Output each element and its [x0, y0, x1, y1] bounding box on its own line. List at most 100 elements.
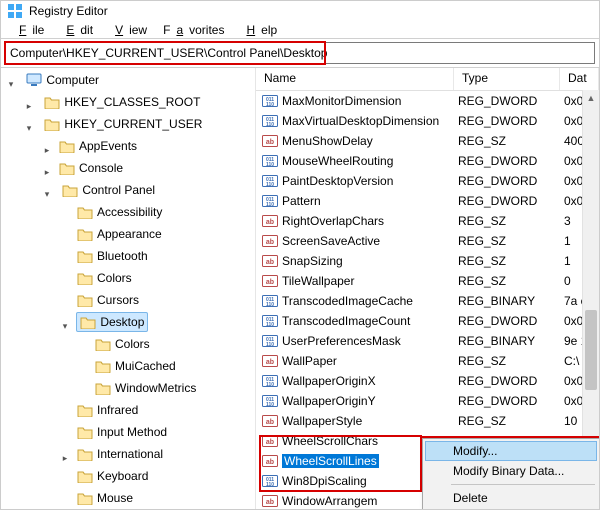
- value-row[interactable]: PatternREG_DWORD0x0: [256, 191, 599, 211]
- titlebar: Registry Editor: [1, 1, 599, 22]
- expand-collapse-icon[interactable]: ▾: [5, 78, 17, 90]
- value-row[interactable]: MaxMonitorDimensionREG_DWORD0x0: [256, 91, 599, 111]
- value-row[interactable]: PaintDesktopVersionREG_DWORD0x0: [256, 171, 599, 191]
- expand-collapse-icon[interactable]: ▸: [23, 100, 35, 112]
- tree-label: HKEY_CLASSES_ROOT: [64, 93, 200, 111]
- tree-label: Console: [79, 159, 123, 177]
- tree-node-hkcu[interactable]: HKEY_CURRENT_USER: [40, 114, 206, 134]
- column-header-data[interactable]: Dat: [560, 68, 599, 90]
- tree-node-colors[interactable]: Colors: [73, 268, 136, 288]
- column-header-type[interactable]: Type: [454, 68, 560, 90]
- tree-label: Bluetooth: [97, 247, 148, 265]
- context-menu: Modify... Modify Binary Data... Delete: [422, 438, 599, 509]
- computer-icon: [26, 73, 42, 87]
- reg-binary-icon: [262, 93, 278, 109]
- folder-icon: [95, 359, 111, 373]
- scroll-thumb[interactable]: [585, 310, 597, 390]
- tree-node-accessibility[interactable]: Accessibility: [73, 202, 166, 222]
- value-type: REG_DWORD: [454, 174, 560, 188]
- tree-label: WindowMetrics: [115, 379, 196, 397]
- menu-help[interactable]: Help: [234, 22, 283, 38]
- tree-label: Input Method: [97, 423, 167, 441]
- reg-string-icon: [262, 433, 278, 449]
- value-row[interactable]: WallPaperREG_SZC:\: [256, 351, 599, 371]
- tree-node-muicached[interactable]: MuiCached: [91, 356, 180, 376]
- value-name: WheelScrollChars: [282, 434, 378, 448]
- value-name: SnapSizing: [282, 254, 343, 268]
- value-row[interactable]: WallpaperOriginYREG_DWORD0x0: [256, 391, 599, 411]
- tree-node-mouse[interactable]: Mouse: [73, 488, 137, 508]
- value-type: REG_SZ: [454, 354, 560, 368]
- tree-node-appevents[interactable]: AppEvents: [55, 136, 141, 156]
- expand-collapse-icon[interactable]: ▸: [41, 144, 53, 156]
- value-name: TileWallpaper: [282, 274, 354, 288]
- tree-label: Keyboard: [97, 467, 148, 485]
- value-row[interactable]: WallpaperStyleREG_SZ10: [256, 411, 599, 431]
- value-name: MaxMonitorDimension: [282, 94, 401, 108]
- value-row[interactable]: TranscodedImageCountREG_DWORD0x0: [256, 311, 599, 331]
- tree-node-console[interactable]: Console: [55, 158, 127, 178]
- reg-binary-icon: [262, 393, 278, 409]
- scroll-up-arrow-icon[interactable]: ▲: [583, 90, 599, 106]
- value-row[interactable]: TranscodedImageCacheREG_BINARY7a c: [256, 291, 599, 311]
- context-menu-separator: [451, 484, 595, 485]
- value-row[interactable]: UserPreferencesMaskREG_BINARY9e 1: [256, 331, 599, 351]
- value-type: REG_BINARY: [454, 334, 560, 348]
- reg-binary-icon: [262, 153, 278, 169]
- value-name: TranscodedImageCache: [282, 294, 413, 308]
- menubar: File Edit View Favorites Help: [1, 22, 599, 38]
- menu-favorites[interactable]: Favorites: [157, 22, 230, 38]
- value-row[interactable]: MenuShowDelayREG_SZ400: [256, 131, 599, 151]
- value-type: REG_SZ: [454, 414, 560, 428]
- value-name: ScreenSaveActive: [282, 234, 380, 248]
- value-row[interactable]: SnapSizingREG_SZ1: [256, 251, 599, 271]
- value-row[interactable]: RightOverlapCharsREG_SZ3: [256, 211, 599, 231]
- reg-string-icon: [262, 493, 278, 509]
- value-row[interactable]: WallpaperOriginXREG_DWORD0x0: [256, 371, 599, 391]
- tree-node-international[interactable]: International: [73, 444, 167, 464]
- tree-node-bluetooth[interactable]: Bluetooth: [73, 246, 152, 266]
- value-name: MaxVirtualDesktopDimension: [282, 114, 439, 128]
- value-row[interactable]: MouseWheelRoutingREG_DWORD0x0: [256, 151, 599, 171]
- folder-icon: [77, 403, 93, 417]
- tree-pane[interactable]: ▾ Computer ▸ HKEY_CLASSES_ROOT: [1, 68, 256, 509]
- context-menu-delete[interactable]: Delete: [425, 488, 597, 508]
- column-header-name[interactable]: Name: [256, 68, 454, 90]
- menu-file[interactable]: File: [7, 22, 50, 38]
- expand-collapse-icon[interactable]: ▸: [41, 166, 53, 178]
- expand-collapse-icon[interactable]: ▾: [23, 122, 35, 134]
- reg-string-icon: [262, 213, 278, 229]
- tree-node-computer[interactable]: Computer: [22, 70, 103, 90]
- tree-label: Cursors: [97, 291, 139, 309]
- expand-collapse-icon[interactable]: ▸: [59, 452, 71, 464]
- expand-collapse-icon[interactable]: ▾: [59, 320, 71, 332]
- value-row[interactable]: TileWallpaperREG_SZ0: [256, 271, 599, 291]
- tree-node-infrared[interactable]: Infrared: [73, 400, 142, 420]
- reg-binary-icon: [262, 173, 278, 189]
- context-menu-modify[interactable]: Modify...: [425, 441, 597, 461]
- reg-binary-icon: [262, 293, 278, 309]
- tree-node-keyboard[interactable]: Keyboard: [73, 466, 152, 486]
- tree-node-windowmetrics[interactable]: WindowMetrics: [91, 378, 200, 398]
- registry-editor-window: Registry Editor File Edit View Favorites…: [0, 0, 600, 510]
- tree-label: Control Panel: [82, 181, 155, 199]
- value-row[interactable]: MaxVirtualDesktopDimensionREG_DWORD0x0: [256, 111, 599, 131]
- menu-edit[interactable]: Edit: [54, 22, 99, 38]
- tree-node-appearance[interactable]: Appearance: [73, 224, 166, 244]
- folder-icon: [62, 183, 78, 197]
- tree-node-desktop[interactable]: Desktop: [76, 312, 148, 332]
- address-input[interactable]: [5, 42, 595, 64]
- reg-string-icon: [262, 413, 278, 429]
- value-row[interactable]: ScreenSaveActiveREG_SZ1: [256, 231, 599, 251]
- tree-node-cursors[interactable]: Cursors: [73, 290, 143, 310]
- tree-node-inputmethod[interactable]: Input Method: [73, 422, 171, 442]
- reg-string-icon: [262, 273, 278, 289]
- tree-label: International: [97, 445, 163, 463]
- tree-node-desktop-colors[interactable]: Colors: [91, 334, 154, 354]
- tree-node-controlpanel[interactable]: Control Panel: [58, 180, 159, 200]
- context-menu-modify-binary[interactable]: Modify Binary Data...: [425, 461, 597, 481]
- menu-view[interactable]: View: [103, 22, 153, 38]
- value-type: REG_DWORD: [454, 94, 560, 108]
- tree-node-hkcr[interactable]: HKEY_CLASSES_ROOT: [40, 92, 204, 112]
- expand-collapse-icon[interactable]: ▾: [41, 188, 53, 200]
